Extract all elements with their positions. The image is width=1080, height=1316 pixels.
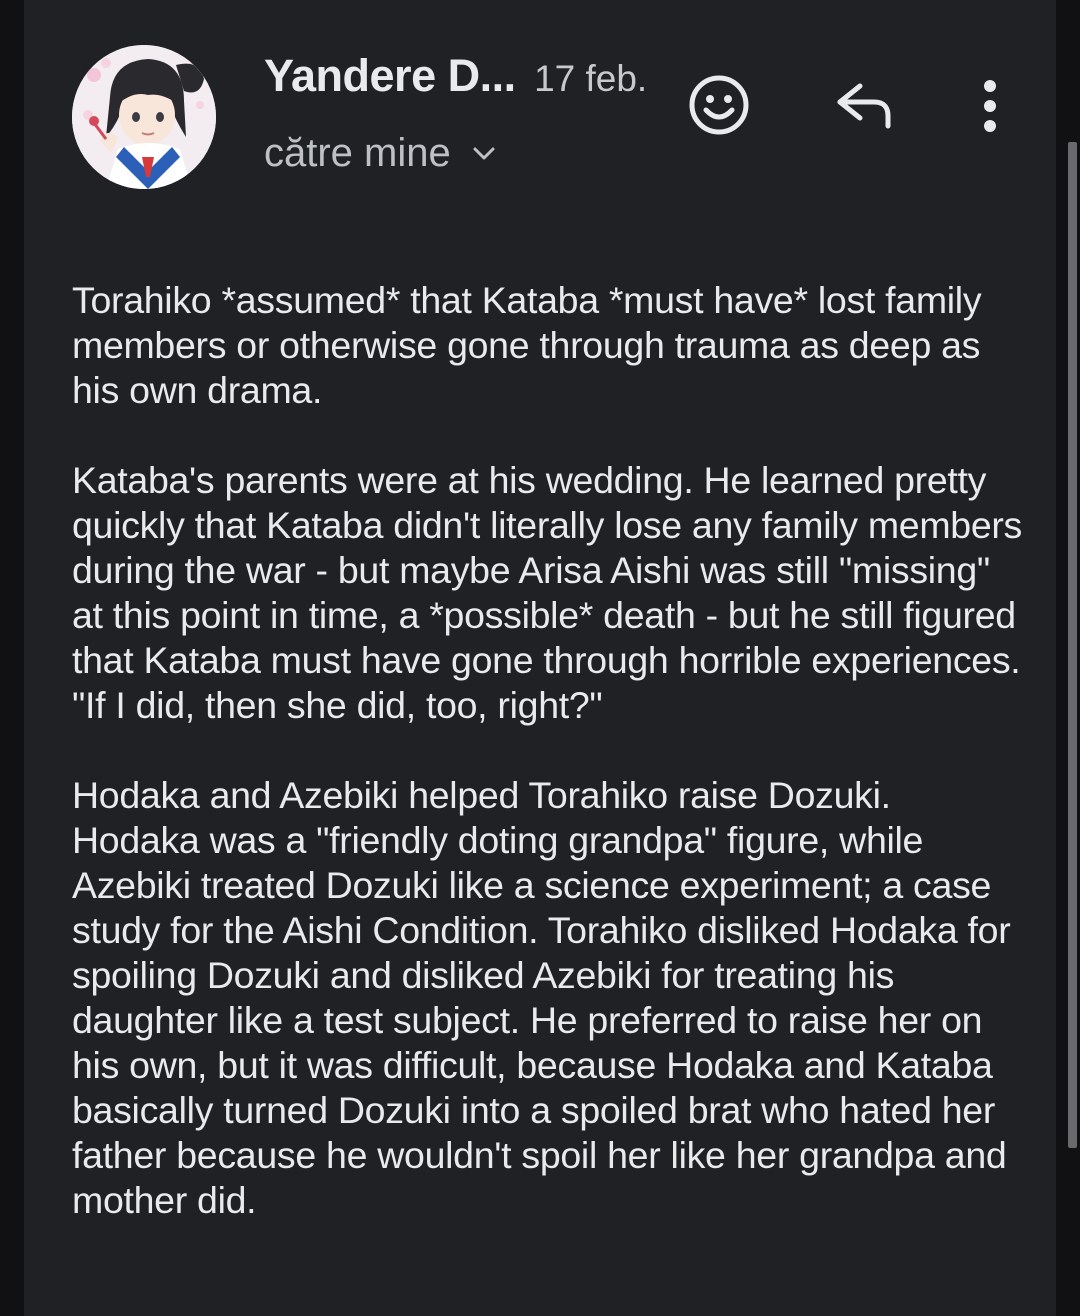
message-body: Torahiko *assumed* that Kataba *must hav…	[72, 278, 1022, 1223]
message-paragraph: Kataba's parents were at his wedding. He…	[72, 459, 1023, 726]
vertical-dots-icon[interactable]	[970, 76, 1010, 136]
sender-line: Yandere D... 17 feb.	[264, 50, 647, 102]
recipient-toggle[interactable]: către mine	[264, 128, 497, 178]
scrollbar[interactable]	[1068, 142, 1077, 1148]
message-date: 17 feb.	[534, 58, 648, 99]
anime-girl-avatar-icon	[72, 45, 216, 189]
message-paragraph: Hodaka and Azebiki helped Torahiko raise…	[72, 774, 1011, 1221]
recipient-label: către mine	[264, 130, 451, 175]
smiley-face-icon[interactable]	[688, 74, 750, 136]
chevron-down-icon	[473, 147, 495, 160]
sender-name[interactable]: Yandere D...	[264, 50, 516, 101]
reply-arrow-icon[interactable]	[834, 80, 896, 132]
sender-avatar[interactable]	[72, 45, 216, 189]
message-paragraph: Torahiko *assumed* that Kataba *must hav…	[72, 279, 982, 411]
